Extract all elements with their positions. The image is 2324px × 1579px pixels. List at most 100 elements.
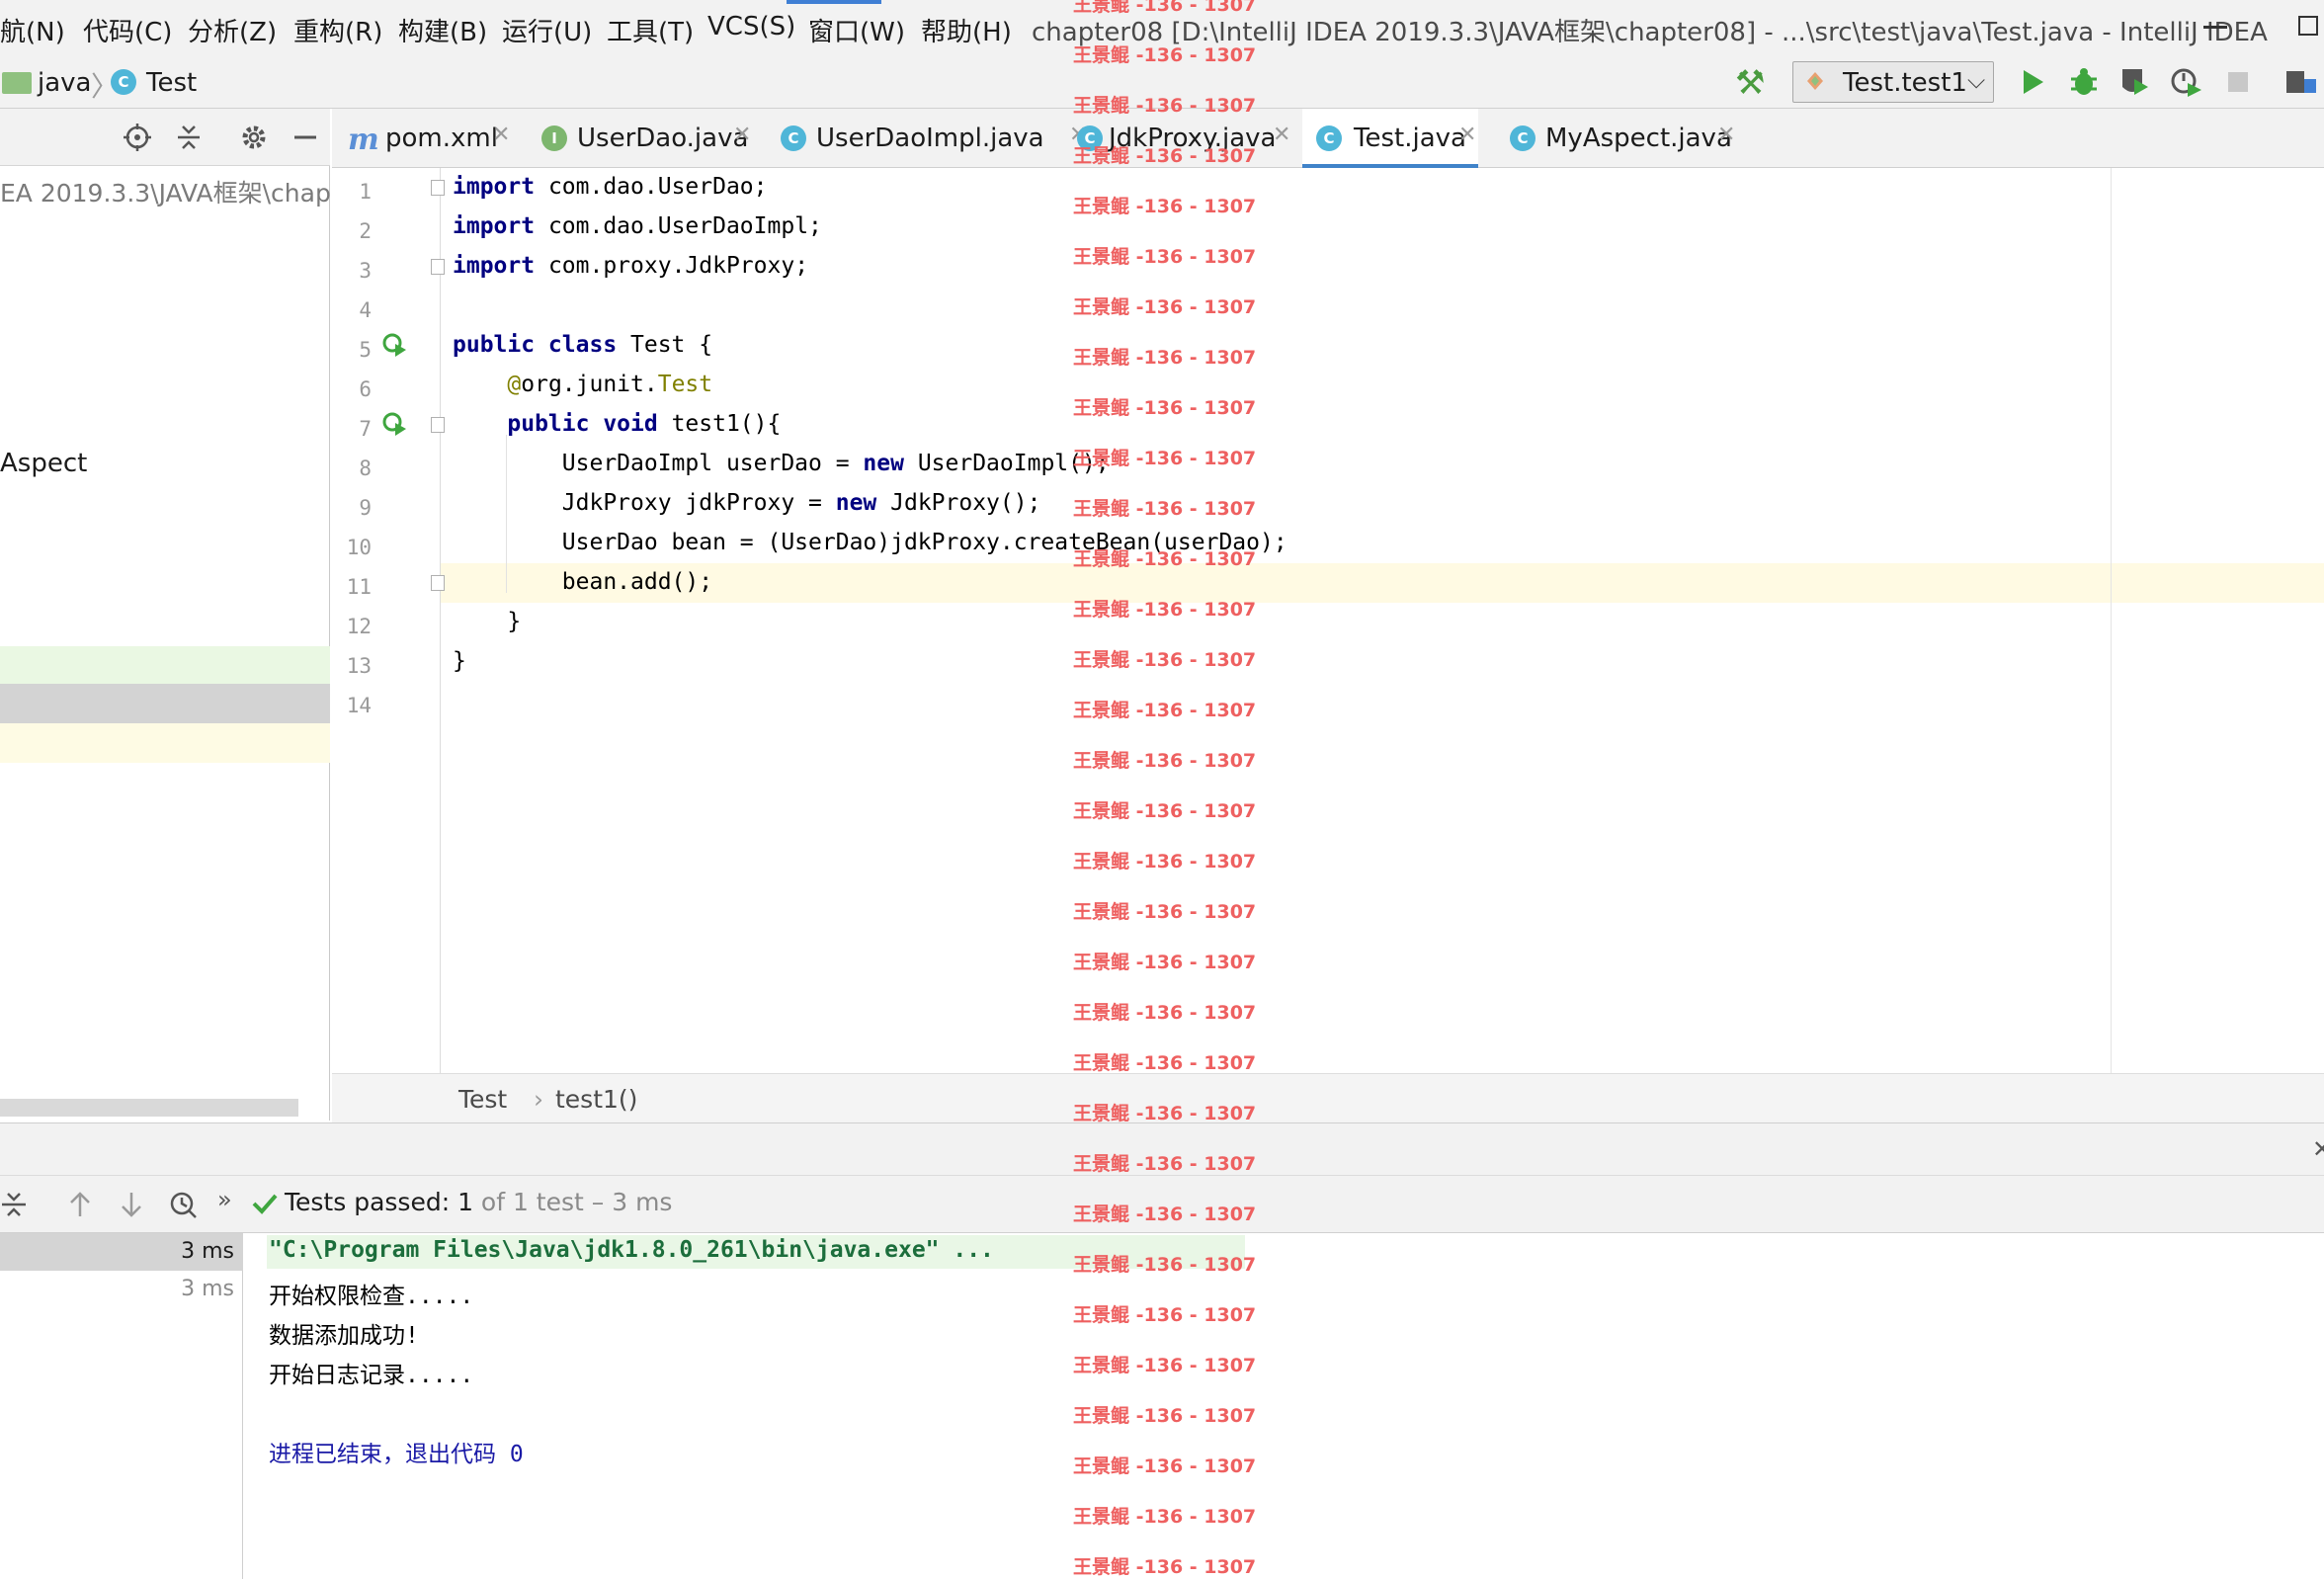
code-line[interactable]: import com.dao.UserDao; xyxy=(453,174,768,200)
project-panel: EA 2019.3.3\JAVA框架\chapter Aspect xyxy=(0,109,330,1121)
code-token: new xyxy=(863,451,904,476)
menu-window[interactable]: 窗口(W) xyxy=(808,12,905,48)
menu-vcs[interactable]: VCS(S) xyxy=(707,12,795,42)
line-number: 9 xyxy=(359,496,372,520)
tab-label: UserDaoImpl.java xyxy=(816,124,1044,153)
coverage-icon[interactable] xyxy=(2118,65,2152,99)
test-time[interactable]: 3 ms xyxy=(181,1277,234,1301)
settings-icon[interactable] xyxy=(239,123,269,152)
maximize-button[interactable] xyxy=(2298,16,2318,36)
console-line: "C:\Program Files\Java\jdk1.8.0_261\bin\… xyxy=(269,1237,994,1263)
code-line[interactable]: @org.junit.Test xyxy=(453,372,712,397)
collapse-icon[interactable] xyxy=(0,1190,30,1219)
fold-marker[interactable] xyxy=(431,259,445,275)
project-root-path[interactable]: EA 2019.3.3\JAVA框架\chapter xyxy=(0,174,330,209)
close-icon[interactable]: ✕ xyxy=(733,123,751,147)
project-horizontal-scrollbar[interactable] xyxy=(0,1099,298,1117)
breadcrumb-method[interactable]: test1() xyxy=(555,1085,637,1114)
line-number: 8 xyxy=(359,457,372,480)
project-item-aspect[interactable]: Aspect xyxy=(0,449,87,478)
code-line[interactable]: import com.dao.UserDaoImpl; xyxy=(453,213,822,239)
profile-icon[interactable] xyxy=(2170,65,2203,99)
interface-icon: I xyxy=(541,125,567,151)
code-token: JdkProxy(); xyxy=(876,490,1041,516)
run-icon[interactable] xyxy=(2016,65,2049,99)
tab-pom-xml[interactable]: m pom.xml ✕ xyxy=(332,109,516,168)
code-line[interactable]: } xyxy=(453,609,521,634)
fold-marker[interactable] xyxy=(431,417,445,433)
tab-userdao-java[interactable]: I UserDao.java ✕ xyxy=(530,109,773,168)
tab-test-java[interactable]: C Test.java ✕ xyxy=(1302,109,1478,168)
console-output[interactable]: "C:\Program Files\Java\jdk1.8.0_261\bin\… xyxy=(245,1233,2324,1579)
code-editor[interactable]: 1 2 3 4 5 6 7 8 9 10 11 12 13 14 import com.dao.UserD… xyxy=(332,168,2324,1073)
breadcrumb-class[interactable]: Test xyxy=(458,1085,507,1114)
project-row-selected[interactable] xyxy=(0,684,330,723)
project-structure-icon[interactable] xyxy=(2284,65,2318,99)
breadcrumb-java[interactable]: java xyxy=(38,68,91,98)
menu-build[interactable]: 构建(B) xyxy=(398,12,487,48)
line-number: 2 xyxy=(359,219,372,243)
right-margin-guide xyxy=(2111,168,2112,1073)
check-icon xyxy=(252,1194,278,1214)
project-row-highlight-green[interactable] xyxy=(0,646,330,684)
code-token: Test xyxy=(657,372,713,397)
folder-icon xyxy=(2,72,32,94)
close-icon[interactable]: ✕ xyxy=(1717,123,1735,147)
arrow-down-icon[interactable] xyxy=(117,1190,146,1219)
code-token: org.junit. xyxy=(521,372,658,397)
code-token: import xyxy=(453,213,536,239)
close-icon[interactable]: ✕ xyxy=(1458,123,1476,147)
menu-code[interactable]: 代码(C) xyxy=(83,12,172,48)
more-icon[interactable]: » xyxy=(217,1186,232,1213)
close-icon[interactable]: ✕ xyxy=(1273,123,1290,147)
locate-icon[interactable] xyxy=(123,123,152,152)
fold-marker[interactable] xyxy=(431,575,445,591)
code-line[interactable]: import com.proxy.JdkProxy; xyxy=(453,253,808,279)
class-icon: C xyxy=(1510,125,1536,151)
tab-label: UserDao.java xyxy=(577,124,749,153)
menu-help[interactable]: 帮助(H) xyxy=(921,12,1012,48)
tab-userdaoimpl-java[interactable]: C UserDaoImpl.java ✕ xyxy=(773,109,1087,168)
code-line[interactable]: public void test1(){ xyxy=(453,411,781,437)
build-hammer-icon[interactable]: ⚒ xyxy=(1735,63,1765,103)
fold-marker[interactable] xyxy=(431,180,445,196)
tab-myaspect-java[interactable]: C MyAspect.java ✕ xyxy=(1510,109,1739,168)
close-icon[interactable]: ✕ xyxy=(2312,1135,2324,1163)
code-line[interactable]: public class Test { xyxy=(453,332,712,358)
code-line[interactable]: bean.add(); xyxy=(453,569,712,595)
line-number: 6 xyxy=(359,377,372,401)
close-icon[interactable]: ✕ xyxy=(492,123,510,147)
code-line[interactable]: JdkProxy jdkProxy = new JdkProxy(); xyxy=(453,490,1041,516)
test-class-icon: C xyxy=(111,69,136,95)
code-line[interactable]: } xyxy=(453,648,466,674)
tab-jdkproxy-java[interactable]: C JdkProxy.java ✕ xyxy=(1069,109,1296,168)
run-test-gutter-icon[interactable] xyxy=(381,332,407,358)
tests-passed-label: Tests passed: xyxy=(285,1188,458,1216)
code-line[interactable]: UserDao bean = (UserDao)jdkProxy.createB… xyxy=(453,530,1287,555)
line-number: 12 xyxy=(346,615,372,638)
code-token: test1(){ xyxy=(657,411,782,437)
minimize-button[interactable] xyxy=(2203,26,2227,29)
menu-run[interactable]: 运行(U) xyxy=(502,12,592,48)
menu-analyze[interactable]: 分析(Z) xyxy=(188,12,277,48)
breadcrumb-test[interactable]: Test xyxy=(146,68,197,98)
debug-icon[interactable] xyxy=(2067,65,2101,99)
code-line[interactable]: UserDaoImpl userDao = new UserDaoImpl(); xyxy=(453,451,1110,476)
line-number: 3 xyxy=(359,259,372,283)
collapse-icon[interactable] xyxy=(174,123,204,152)
run-test-gutter-icon[interactable] xyxy=(381,411,407,437)
project-row-highlight-yellow[interactable] xyxy=(0,723,330,763)
hide-icon[interactable] xyxy=(290,123,320,152)
menu-tools[interactable]: 工具(T) xyxy=(607,12,694,48)
junit-config-icon xyxy=(1807,72,1823,90)
menu-refactor[interactable]: 重构(R) xyxy=(293,12,382,48)
code-token: com.proxy.JdkProxy; xyxy=(535,253,809,279)
tests-status: Tests passed: 1 of 1 test – 3 ms xyxy=(285,1188,672,1216)
line-number: 14 xyxy=(346,694,372,717)
run-configuration-select[interactable]: Test.test1 ⌵ xyxy=(1792,61,1994,103)
stop-icon[interactable] xyxy=(2221,65,2255,99)
history-icon[interactable] xyxy=(168,1190,198,1219)
menu-navigate[interactable]: 航(N) xyxy=(0,12,65,48)
arrow-up-icon[interactable] xyxy=(65,1190,95,1219)
